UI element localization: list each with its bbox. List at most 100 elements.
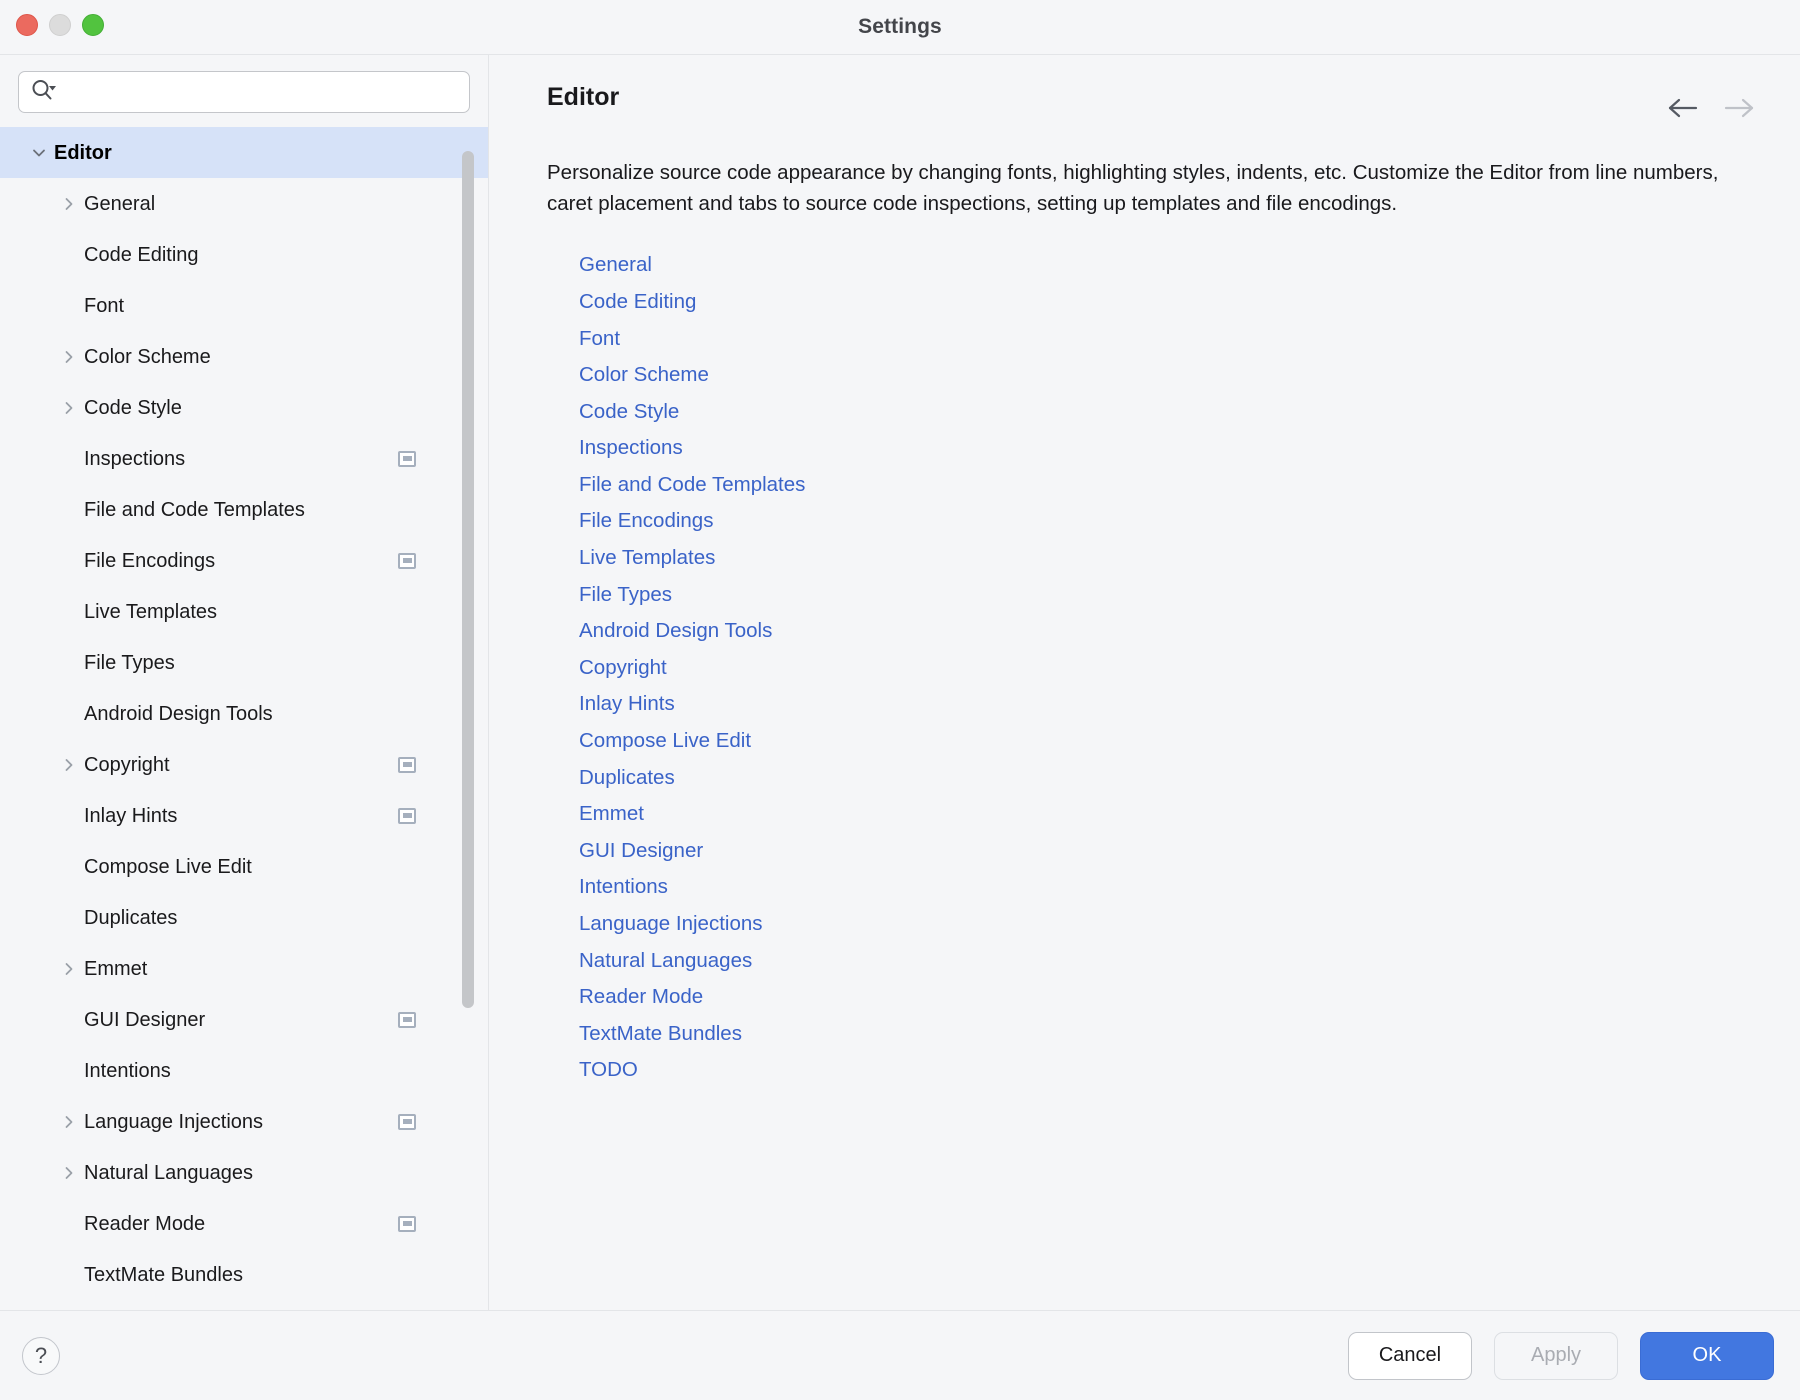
settings-link-reader-mode[interactable]: Reader Mode: [579, 979, 703, 1016]
settings-link-natural-languages[interactable]: Natural Languages: [579, 943, 752, 980]
window-title: Settings: [0, 15, 1800, 39]
project-scope-badge-icon: [398, 808, 416, 824]
sidebar-item-reader-mode[interactable]: Reader Mode: [0, 1198, 488, 1249]
settings-link-copyright[interactable]: Copyright: [579, 650, 667, 687]
settings-window: Settings EditorGeneralCode Ed: [0, 0, 1800, 1400]
sidebar-item-label: File Encodings: [84, 551, 215, 571]
settings-link-file-types[interactable]: File Types: [579, 577, 672, 614]
sidebar-item-emmet[interactable]: Emmet: [0, 943, 488, 994]
maximize-button[interactable]: [82, 14, 104, 36]
sidebar-item-compose-live-edit[interactable]: Compose Live Edit: [0, 841, 488, 892]
sidebar-item-file-types[interactable]: File Types: [0, 637, 488, 688]
sidebar-item-file-and-code-templates[interactable]: File and Code Templates: [0, 484, 488, 535]
sidebar-item-android-design-tools[interactable]: Android Design Tools: [0, 688, 488, 739]
settings-link-duplicates[interactable]: Duplicates: [579, 760, 675, 797]
sidebar-item-label: Language Injections: [84, 1112, 263, 1132]
sidebar-item-intentions[interactable]: Intentions: [0, 1045, 488, 1096]
project-scope-badge-icon: [398, 553, 416, 569]
sidebar-item-font[interactable]: Font: [0, 280, 488, 331]
settings-link-language-injections[interactable]: Language Injections: [579, 906, 763, 943]
settings-link-color-scheme[interactable]: Color Scheme: [579, 357, 709, 394]
project-scope-badge-icon: [398, 1216, 416, 1232]
dialog-footer: ? Cancel Apply OK: [0, 1310, 1800, 1400]
sidebar-item-label: Color Scheme: [84, 347, 211, 367]
sidebar-item-label: Emmet: [84, 959, 147, 979]
sidebar-item-code-editing[interactable]: Code Editing: [0, 229, 488, 280]
sidebar-item-label: Duplicates: [84, 908, 177, 928]
page-title: Editor: [547, 83, 619, 112]
settings-sidebar: EditorGeneral Code Editing Font Color Schem…: [0, 55, 489, 1310]
sidebar-item-label: Reader Mode: [84, 1214, 205, 1234]
sidebar-item-general[interactable]: General: [0, 178, 488, 229]
chevron-right-icon[interactable]: [54, 960, 84, 978]
settings-link-emmet[interactable]: Emmet: [579, 796, 644, 833]
chevron-down-icon[interactable]: [24, 144, 54, 162]
sidebar-item-live-templates[interactable]: Live Templates: [0, 586, 488, 637]
settings-link-code-style[interactable]: Code Style: [579, 394, 679, 431]
sidebar-item-label: Font: [84, 296, 124, 316]
search-box[interactable]: [18, 71, 470, 113]
sidebar-item-label: TextMate Bundles: [84, 1265, 243, 1285]
sidebar-item-label: File and Code Templates: [84, 500, 305, 520]
sidebar-item-label: Android Design Tools: [84, 704, 273, 724]
sidebar-item-file-encodings[interactable]: File Encodings: [0, 535, 488, 586]
sidebar-item-label: Code Editing: [84, 245, 199, 265]
sidebar-item-label: Copyright: [84, 755, 170, 775]
sidebar-scrollbar[interactable]: [462, 151, 474, 1009]
sidebar-item-duplicates[interactable]: Duplicates: [0, 892, 488, 943]
title-bar: Settings: [0, 0, 1800, 54]
settings-link-inspections[interactable]: Inspections: [579, 430, 683, 467]
chevron-right-icon[interactable]: [54, 195, 84, 213]
sidebar-item-language-injections[interactable]: Language Injections: [0, 1096, 488, 1147]
cancel-button[interactable]: Cancel: [1348, 1332, 1472, 1380]
settings-link-compose-live-edit[interactable]: Compose Live Edit: [579, 723, 751, 760]
settings-link-intentions[interactable]: Intentions: [579, 869, 668, 906]
sidebar-item-label: Inlay Hints: [84, 806, 177, 826]
page-description: Personalize source code appearance by ch…: [547, 157, 1747, 219]
sidebar-item-label: Compose Live Edit: [84, 857, 252, 877]
sidebar-item-inspections[interactable]: Inspections: [0, 433, 488, 484]
search-input[interactable]: [57, 72, 469, 112]
settings-link-android-design-tools[interactable]: Android Design Tools: [579, 613, 772, 650]
help-icon[interactable]: ?: [22, 1337, 60, 1375]
settings-main-panel: Editor Perso: [489, 55, 1800, 1310]
chevron-right-icon[interactable]: [54, 1164, 84, 1182]
sidebar-item-gui-designer[interactable]: GUI Designer: [0, 994, 488, 1045]
settings-link-todo[interactable]: TODO: [579, 1052, 638, 1089]
chevron-right-icon[interactable]: [54, 348, 84, 366]
settings-link-file-and-code-templates[interactable]: File and Code Templates: [579, 467, 805, 504]
settings-link-textmate-bundles[interactable]: TextMate Bundles: [579, 1016, 742, 1053]
project-scope-badge-icon: [398, 1012, 416, 1028]
settings-link-font[interactable]: Font: [579, 321, 620, 358]
search-icon[interactable]: [31, 79, 57, 106]
settings-link-gui-designer[interactable]: GUI Designer: [579, 833, 703, 870]
sidebar-item-textmate-bundles[interactable]: TextMate Bundles: [0, 1249, 488, 1300]
apply-button[interactable]: Apply: [1494, 1332, 1618, 1380]
chevron-right-icon[interactable]: [54, 756, 84, 774]
search-container: [0, 55, 488, 127]
sidebar-item-editor[interactable]: Editor: [0, 127, 488, 178]
settings-link-inlay-hints[interactable]: Inlay Hints: [579, 686, 675, 723]
settings-link-general[interactable]: General: [579, 247, 652, 284]
close-button[interactable]: [16, 14, 38, 36]
ok-button[interactable]: OK: [1640, 1332, 1774, 1380]
sidebar-item-natural-languages[interactable]: Natural Languages: [0, 1147, 488, 1198]
settings-link-file-encodings[interactable]: File Encodings: [579, 503, 713, 540]
project-scope-badge-icon: [398, 757, 416, 773]
forward-arrow-icon[interactable]: [1722, 91, 1756, 125]
back-arrow-icon[interactable]: [1666, 91, 1700, 125]
sidebar-item-label: Inspections: [84, 449, 185, 469]
sidebar-item-label: Live Templates: [84, 602, 217, 622]
sidebar-item-label: Code Style: [84, 398, 182, 418]
settings-link-live-templates[interactable]: Live Templates: [579, 540, 715, 577]
minimize-button[interactable]: [49, 14, 71, 36]
settings-link-code-editing[interactable]: Code Editing: [579, 284, 696, 321]
chevron-right-icon[interactable]: [54, 1113, 84, 1131]
chevron-right-icon[interactable]: [54, 399, 84, 417]
sidebar-item-copyright[interactable]: Copyright: [0, 739, 488, 790]
subsection-link-list: GeneralCode EditingFontColor SchemeCode …: [547, 247, 1756, 1089]
sidebar-item-inlay-hints[interactable]: Inlay Hints: [0, 790, 488, 841]
sidebar-item-label: File Types: [84, 653, 175, 673]
sidebar-item-code-style[interactable]: Code Style: [0, 382, 488, 433]
sidebar-item-color-scheme[interactable]: Color Scheme: [0, 331, 488, 382]
